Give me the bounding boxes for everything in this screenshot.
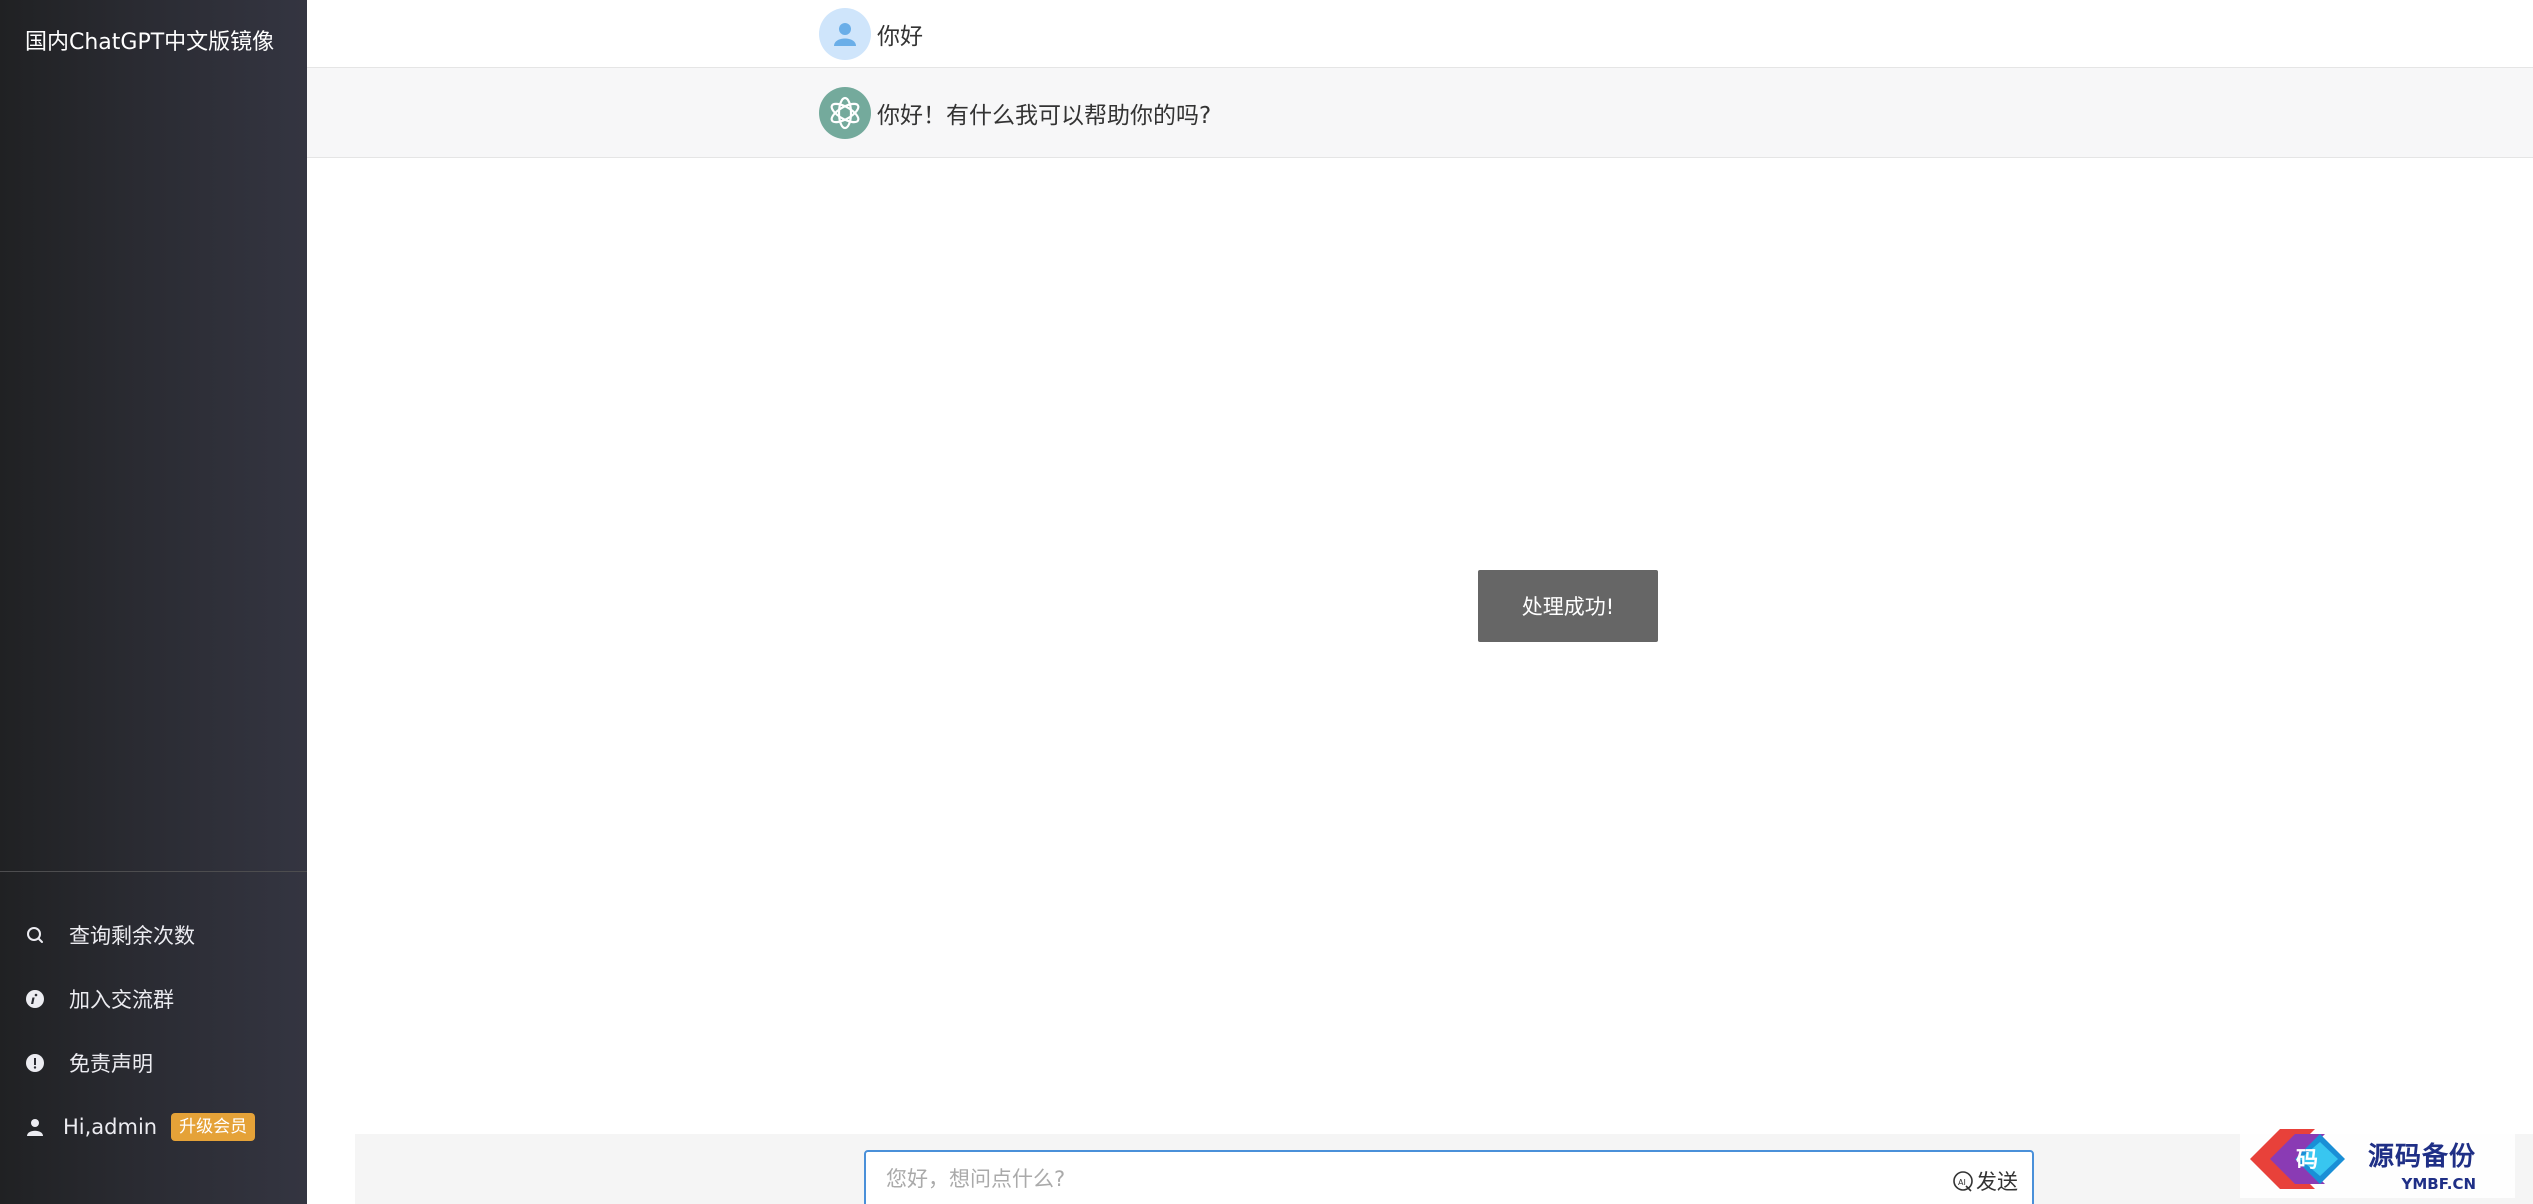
sidebar-item-join-group[interactable]: 加入交流群	[25, 979, 174, 1019]
message-input-box[interactable]: AI 发送	[864, 1150, 2034, 1204]
alert-icon	[25, 1053, 45, 1073]
send-button[interactable]: AI 发送	[1952, 1166, 2018, 1196]
send-label: 发送	[1976, 1170, 2018, 1194]
user-avatar-icon	[819, 7, 871, 60]
openai-logo-icon	[819, 86, 871, 139]
chat-message-assistant: 你好！有什么我可以帮助你的吗?	[307, 68, 2533, 158]
chat-main: 你好 你好！有什么我可以帮助你的吗? 处理成功!	[307, 0, 2533, 1204]
composer-bar: AI 发送	[355, 1134, 2533, 1204]
chat-message-user: 你好	[307, 0, 2533, 68]
sidebar-user[interactable]: Hi,admin 升级会员	[25, 1107, 256, 1147]
sidebar-item-label: 查询剩余次数	[69, 924, 195, 948]
message-text: 你好！有什么我可以帮助你的吗?	[877, 102, 1212, 129]
upgrade-vip-badge[interactable]: 升级会员	[171, 1113, 256, 1141]
info-icon	[25, 989, 45, 1009]
user-icon	[25, 1117, 45, 1137]
toast-notification: 处理成功!	[1478, 570, 1658, 642]
app-title: 国内ChatGPT中文版镜像	[25, 30, 275, 55]
watermark-glyph: 码	[2296, 1147, 2319, 1173]
svg-text:AI: AI	[1958, 1178, 1966, 1187]
watermark-subtitle: YMBF.CN	[2401, 1175, 2477, 1193]
watermark-title: 源码备份	[2368, 1142, 2477, 1172]
sidebar-divider	[0, 871, 307, 872]
message-input[interactable]	[886, 1164, 1886, 1194]
sidebar-item-label: 加入交流群	[69, 988, 174, 1012]
message-text: 你好	[877, 23, 923, 50]
watermark-logo: 码 源码备份 YMBF.CN	[2240, 1118, 2515, 1198]
user-greeting: Hi,admin	[63, 1115, 158, 1139]
ai-send-icon: AI	[1952, 1170, 1974, 1192]
sidebar-item-query-remaining[interactable]: 查询剩余次数	[25, 915, 195, 955]
sidebar-item-disclaimer[interactable]: 免责声明	[25, 1043, 153, 1083]
search-icon	[25, 925, 45, 945]
sidebar: 国内ChatGPT中文版镜像 查询剩余次数 加入交流群 免责声明 Hi,admi…	[0, 0, 307, 1204]
sidebar-item-label: 免责声明	[69, 1052, 153, 1076]
